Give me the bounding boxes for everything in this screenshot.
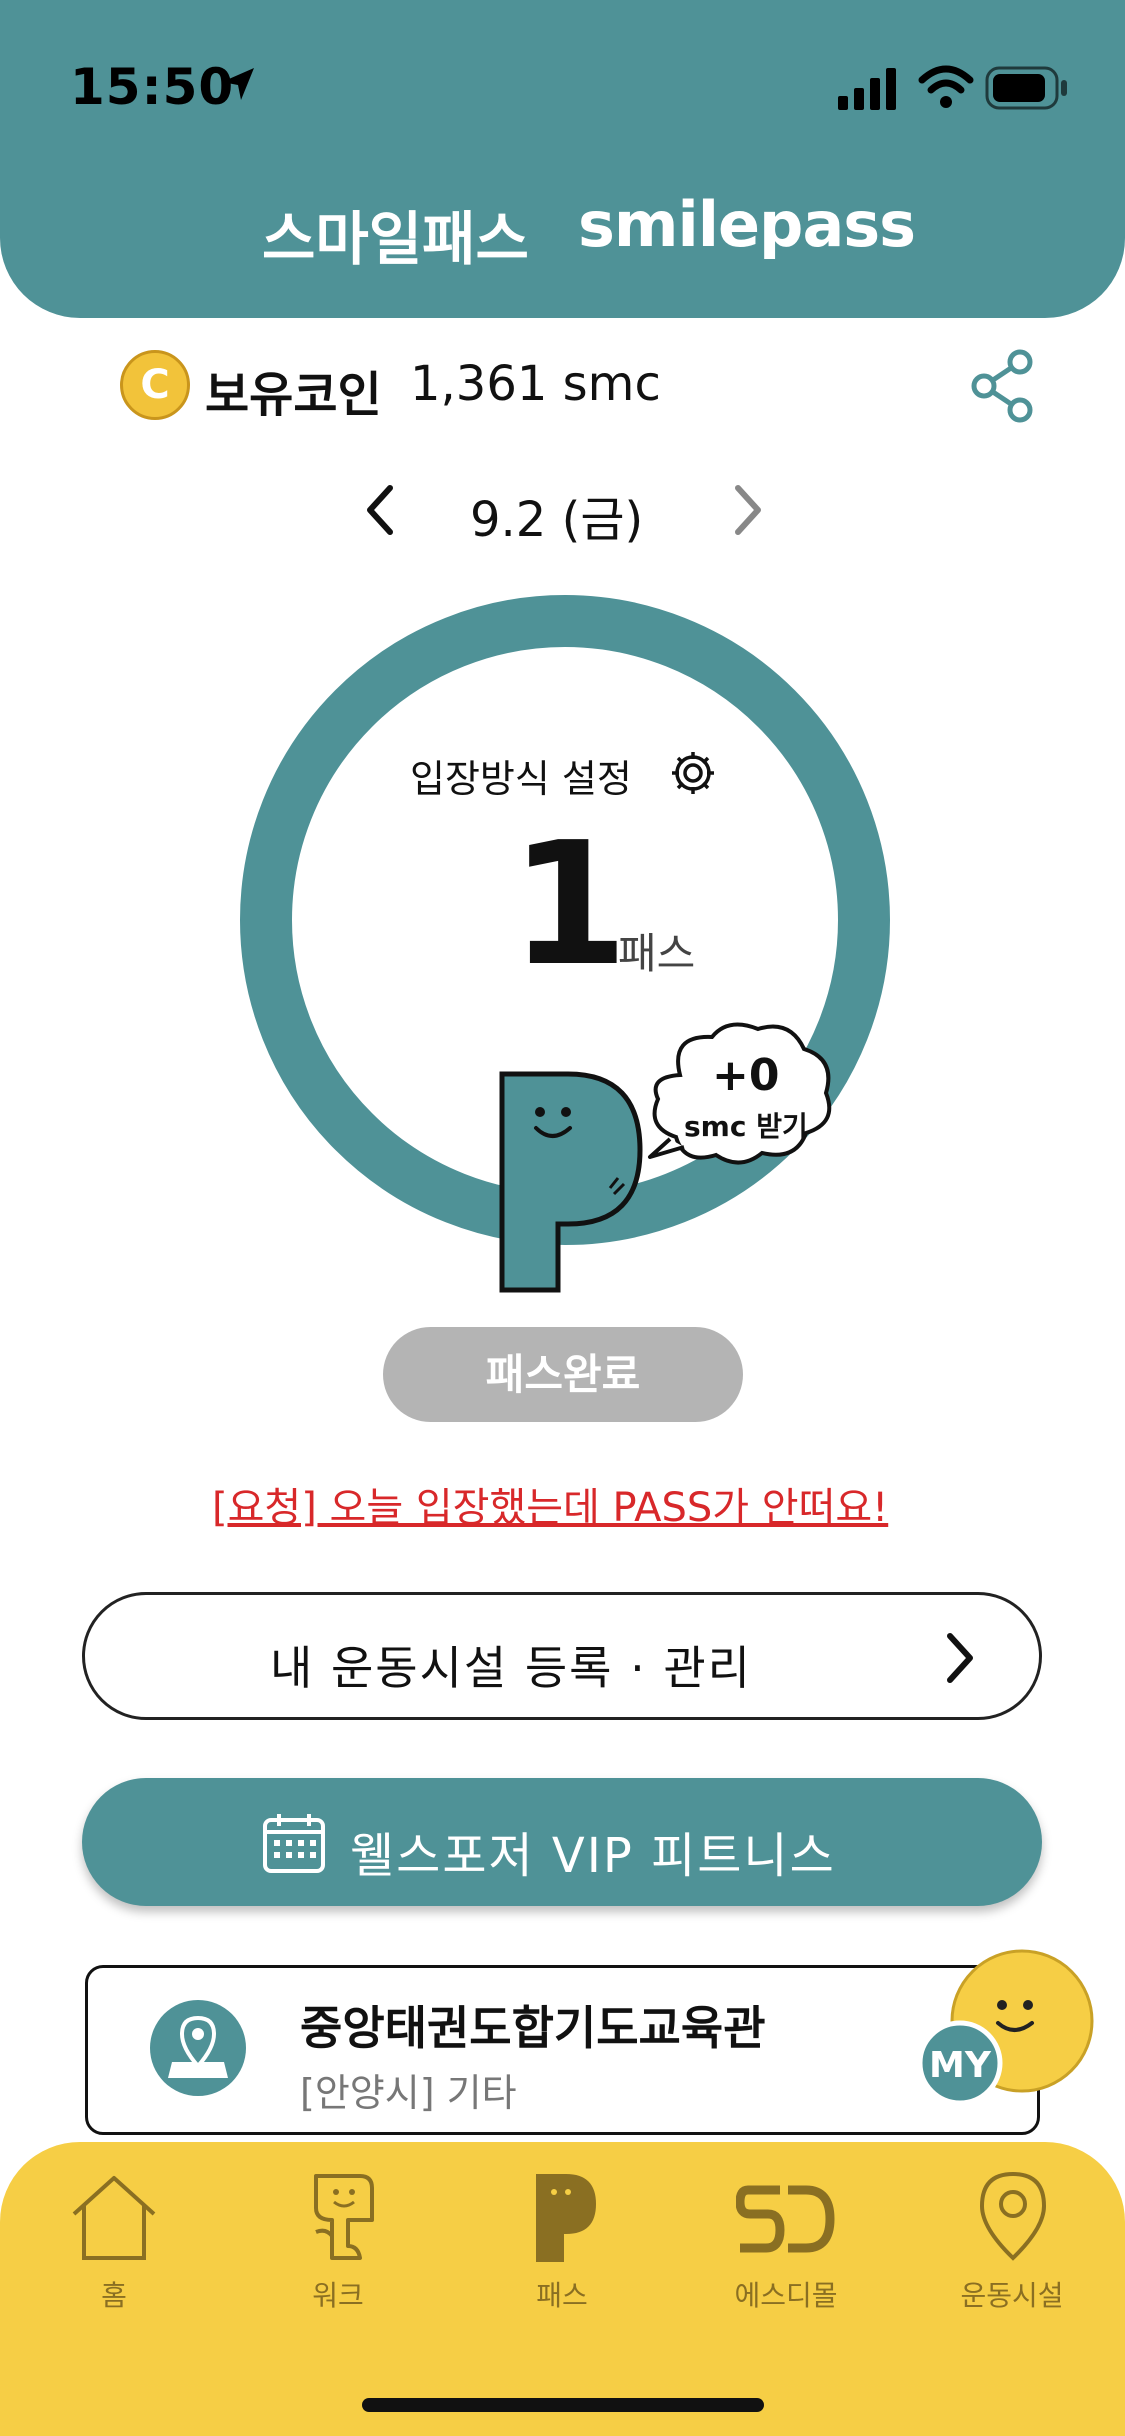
location-arrow-icon bbox=[222, 68, 254, 100]
app-title-korean: 스마일패스 bbox=[262, 205, 529, 273]
wifi-icon bbox=[918, 65, 974, 108]
home-icon[interactable] bbox=[68, 2172, 160, 2264]
share-icon[interactable] bbox=[968, 348, 1038, 424]
prev-date-chevron-icon[interactable] bbox=[360, 482, 400, 538]
tab-home-label[interactable]: 홈 bbox=[14, 2274, 214, 2314]
chevron-right-icon bbox=[947, 1633, 973, 1683]
sd-mall-icon[interactable] bbox=[736, 2180, 836, 2260]
current-date: 9.2 (금) bbox=[470, 492, 644, 548]
pass-unit: 패스 bbox=[618, 929, 696, 978]
coin-value: 1,361 smc bbox=[410, 356, 661, 412]
pass-count: 1 bbox=[510, 806, 629, 1004]
map-pin-icon bbox=[168, 2015, 228, 2078]
status-time: 15:50 bbox=[70, 58, 235, 116]
pass-icon[interactable] bbox=[530, 2170, 600, 2266]
location-pin-icon[interactable] bbox=[976, 2170, 1050, 2266]
next-date-chevron-icon[interactable] bbox=[728, 482, 768, 538]
battery-icon bbox=[985, 66, 1067, 110]
app-header bbox=[0, 0, 1125, 318]
facility-location-category: [안양시] 기타 bbox=[300, 2071, 517, 2115]
my-mascot-icon[interactable]: MY bbox=[918, 1945, 1098, 2125]
tab-facility-label[interactable]: 운동시설 bbox=[912, 2274, 1112, 2314]
facility-name: 중앙태권도합기도교육관 bbox=[300, 2001, 766, 2055]
bubble-plus-value: +0 bbox=[712, 1050, 780, 1101]
my-badge-text: MY bbox=[929, 2045, 992, 2086]
tab-walk-label[interactable]: 워크 bbox=[238, 2274, 438, 2314]
tab-pass-label[interactable]: 패스 bbox=[462, 2274, 662, 2314]
pass-complete-button[interactable]: 패스완료 bbox=[383, 1327, 743, 1422]
walk-icon[interactable] bbox=[302, 2170, 382, 2266]
home-indicator[interactable] bbox=[362, 2398, 764, 2412]
app-title-english: smilepass bbox=[578, 188, 916, 261]
bubble-action-label: smc 받기 bbox=[684, 1110, 808, 1143]
pass-request-link[interactable]: [요청] 오늘 입장했는데 PASS가 안떠요! bbox=[212, 1475, 888, 1533]
coin-symbol: C bbox=[140, 362, 170, 408]
signal-icon bbox=[838, 68, 896, 110]
entry-method-setting-label[interactable]: 입장방식 설정 bbox=[410, 748, 632, 803]
calendar-icon bbox=[263, 1814, 325, 1873]
vip-fitness-label: 웰스포저 VIP 피트니스 bbox=[350, 1828, 836, 1884]
manage-facility-label: 내 운동시설 등록 · 관리 bbox=[270, 1641, 752, 1695]
coin-icon: C bbox=[120, 350, 190, 420]
coin-label: 보유코인 bbox=[205, 367, 382, 423]
gear-icon[interactable] bbox=[668, 748, 718, 798]
tab-sd-mall-label[interactable]: 에스디몰 bbox=[686, 2274, 886, 2314]
pass-mascot-icon[interactable] bbox=[498, 1070, 648, 1295]
